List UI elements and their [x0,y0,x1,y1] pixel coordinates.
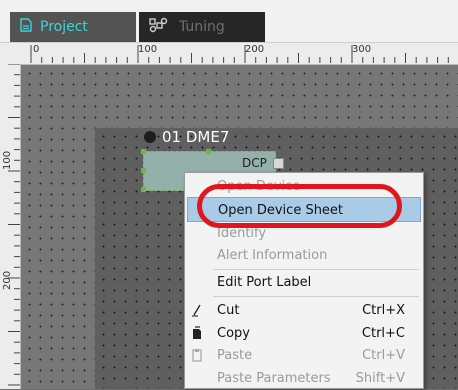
vertical-ruler: 100 200 [0,64,21,389]
ruler-label-0: 0 [33,44,40,55]
menu-item-shortcut: Ctrl+C [361,326,405,341]
menu-item-label: Alert Information [217,248,328,263]
menu-item-copy[interactable]: Copy Ctrl+C [185,323,423,345]
menu-item-label: Edit Port Label [217,275,312,290]
cut-icon [191,303,203,320]
device-title[interactable]: 01 DME7 [162,128,229,146]
menu-item-paste[interactable]: Paste Ctrl+V [185,345,423,367]
sliders-icon [149,17,171,37]
ruler-label-v100: 100 [2,150,13,170]
resize-handle[interactable] [206,149,211,154]
menu-item-edit-port-label[interactable]: Edit Port Label [185,272,423,294]
device-status-indicator [144,131,156,143]
menu-item-label: Paste Parameters [217,371,331,386]
resize-handle[interactable] [141,187,146,192]
menu-item-alert-information[interactable]: Alert Information [185,245,423,267]
ruler-label-300: 300 [352,44,372,55]
menu-item-cut[interactable]: Cut Ctrl+X [185,300,423,322]
menu-separator [213,296,419,297]
tab-project[interactable]: Project [10,12,136,42]
document-icon [20,18,32,36]
tab-tuning-label: Tuning [179,19,225,35]
horizontal-ruler-ticks [30,45,449,63]
dcp-port[interactable] [273,158,284,169]
menu-item-label: Identify [217,226,267,241]
menu-item-paste-parameters[interactable]: Paste Parameters Shift+V [185,368,423,390]
menu-item-label: Cut [217,303,240,318]
resize-handle[interactable] [141,168,146,173]
horizontal-ruler: 0 100 200 300 [0,43,458,65]
resize-handle[interactable] [141,149,146,154]
menu-separator [213,269,419,270]
menu-item-shortcut: Ctrl+V [362,348,405,363]
menu-item-shortcut: Ctrl+X [362,303,405,318]
copy-icon [191,326,203,343]
tab-tuning[interactable]: Tuning [139,12,265,42]
vertical-ruler-ticks [8,64,20,386]
tab-project-label: Project [40,19,88,35]
ruler-label-200: 200 [245,44,265,55]
menu-item-label: Paste [217,348,253,363]
ruler-label-v200: 200 [2,270,13,290]
menu-item-shortcut: Shift+V [355,371,405,386]
paste-icon [191,348,203,365]
dcp-port-label: DCP [242,156,267,170]
highlight-callout [197,184,402,228]
tab-bar: Project Tuning [0,0,458,43]
menu-item-label: Copy [217,326,250,341]
ruler-label-100: 100 [138,44,158,55]
